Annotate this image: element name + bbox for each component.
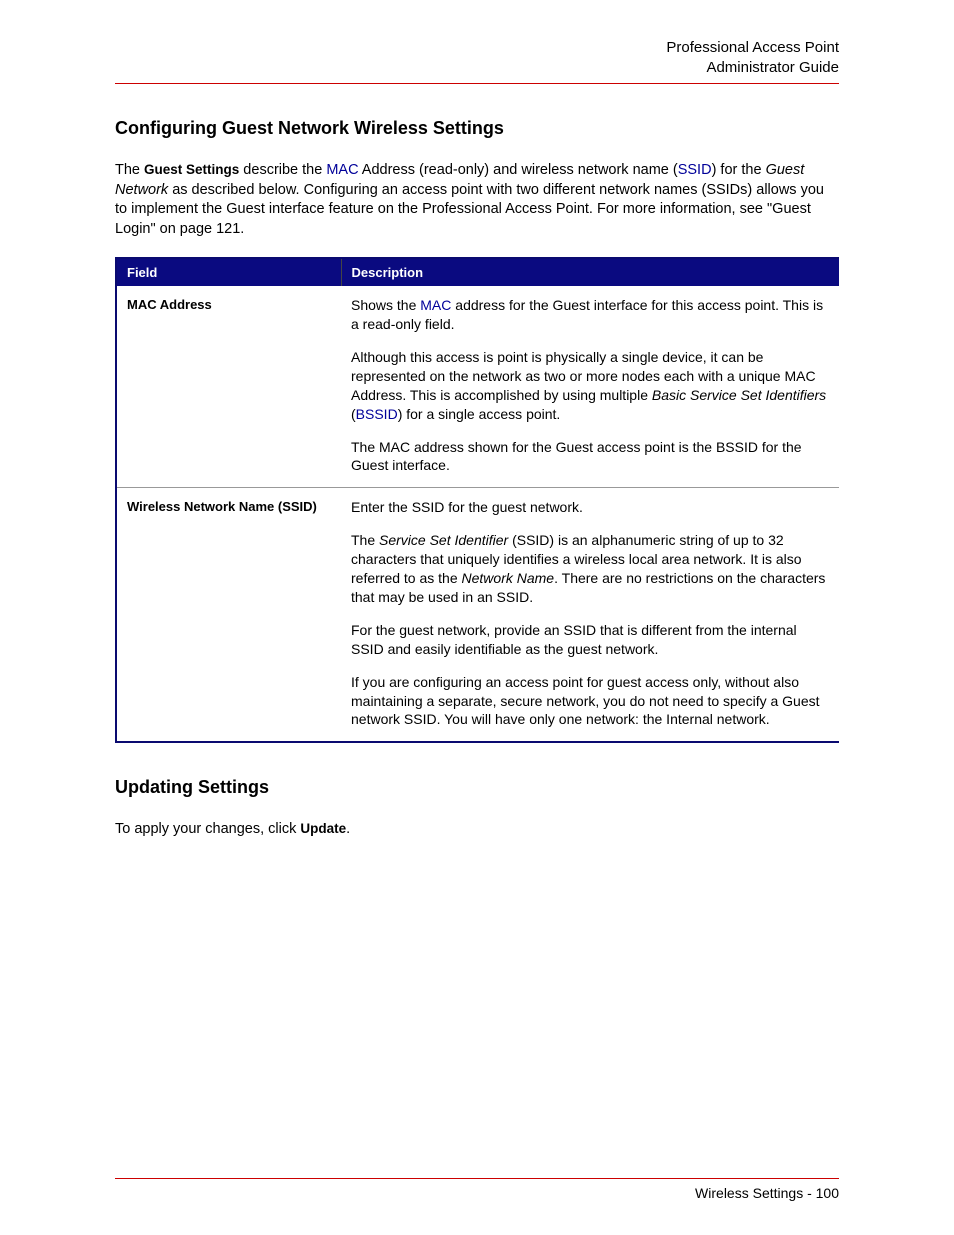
section-heading-updating: Updating Settings <box>115 777 839 798</box>
field-desc-ssid: Enter the SSID for the guest network. Th… <box>341 488 839 742</box>
desc-para: If you are configuring an access point f… <box>351 673 829 730</box>
desc-para: The Service Set Identifier (SSID) is an … <box>351 531 829 607</box>
text: ) for a single access point. <box>398 406 561 422</box>
field-description-table: Field Description MAC Address Shows the … <box>115 257 839 743</box>
text: . <box>346 821 350 837</box>
text: The <box>115 162 144 178</box>
page-footer: Wireless Settings - 100 <box>115 1178 839 1201</box>
desc-para: The MAC address shown for the Guest acce… <box>351 438 829 476</box>
bssid-italic: Basic Service Set Identifiers <box>652 387 826 403</box>
text: To apply your changes, click <box>115 821 300 837</box>
desc-para: Shows the MAC address for the Guest inte… <box>351 296 829 334</box>
ssid-link[interactable]: SSID <box>678 162 712 178</box>
desc-para: Enter the SSID for the guest network. <box>351 498 829 517</box>
updating-paragraph: To apply your changes, click Update. <box>115 820 839 840</box>
guest-settings-label: Guest Settings <box>144 162 239 177</box>
network-name-italic: Network Name <box>462 570 555 586</box>
mac-link[interactable]: MAC <box>326 162 358 178</box>
text: ) for the <box>712 162 766 178</box>
desc-para: For the guest network, provide an SSID t… <box>351 621 829 659</box>
col-header-field: Field <box>116 258 341 286</box>
text: Address (read-only) and wireless network… <box>359 162 678 178</box>
text: Shows the <box>351 297 420 313</box>
document-header: Professional Access Point Administrator … <box>115 38 839 84</box>
field-desc-mac: Shows the MAC address for the Guest inte… <box>341 286 839 488</box>
table-row: Wireless Network Name (SSID) Enter the S… <box>116 488 839 742</box>
table-header-row: Field Description <box>116 258 839 286</box>
text: The <box>351 532 379 548</box>
text: describe the <box>239 162 326 178</box>
doc-title-line2: Administrator Guide <box>115 58 839 78</box>
desc-para: Although this access is point is physica… <box>351 348 829 424</box>
col-header-description: Description <box>341 258 839 286</box>
text: as described below. Configuring an acces… <box>115 182 824 237</box>
update-label: Update <box>300 821 346 836</box>
field-name-ssid: Wireless Network Name (SSID) <box>116 488 341 742</box>
field-name-mac: MAC Address <box>116 286 341 488</box>
table-row: MAC Address Shows the MAC address for th… <box>116 286 839 488</box>
ssi-italic: Service Set Identifier <box>379 532 508 548</box>
section-heading-guest-network: Configuring Guest Network Wireless Setti… <box>115 118 839 139</box>
intro-paragraph: The Guest Settings describe the MAC Addr… <box>115 161 839 239</box>
bssid-link[interactable]: BSSID <box>356 406 398 422</box>
doc-title-line1: Professional Access Point <box>115 38 839 58</box>
mac-link[interactable]: MAC <box>420 297 451 313</box>
footer-text: Wireless Settings - 100 <box>695 1185 839 1201</box>
